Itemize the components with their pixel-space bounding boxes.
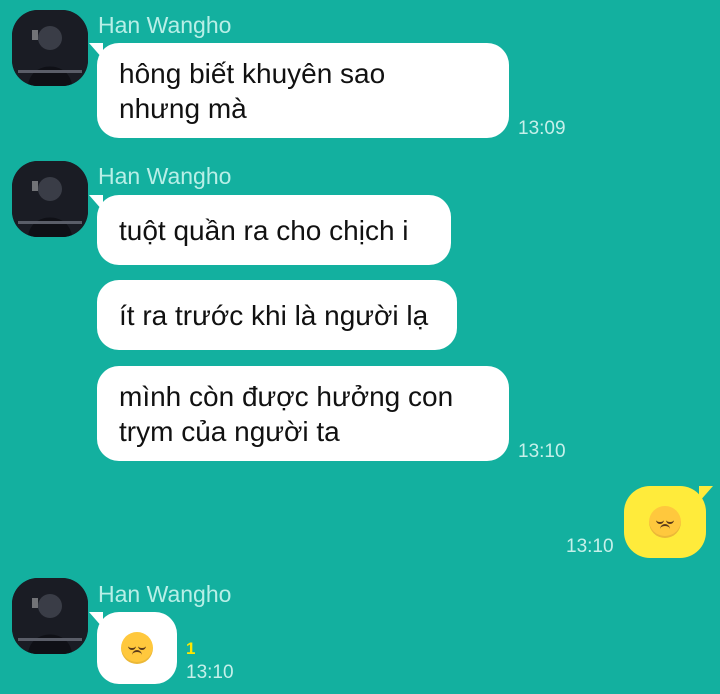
disappointed-face-icon [649, 506, 681, 538]
message-time: 13:10 [566, 536, 614, 557]
sender-name: Han Wangho [98, 581, 232, 607]
sender-name: Han Wangho [98, 163, 232, 189]
avatar[interactable] [12, 578, 88, 654]
outgoing-emoji-bubble[interactable] [624, 486, 713, 558]
disappointed-face-icon [121, 632, 153, 664]
emoji-bubble[interactable] [89, 612, 177, 684]
profile-photo-icon [12, 578, 88, 654]
avatar[interactable] [12, 10, 88, 86]
message-time: 13:10 [186, 662, 234, 683]
sender-name: Han Wangho [98, 12, 232, 38]
profile-photo-icon [12, 10, 88, 86]
message-bubble[interactable]: ít ra trước khi là người lạ [97, 280, 457, 350]
message-bubble[interactable]: hông biết khuyên sao nhưng mà [89, 43, 509, 138]
avatar[interactable] [12, 161, 88, 237]
message-bubble[interactable]: mình còn được hưởng con trym của người t… [97, 366, 509, 461]
message-time: 13:09 [518, 118, 566, 139]
profile-photo-icon [12, 161, 88, 237]
unread-count: 1 [186, 639, 196, 658]
message-bubble[interactable]: tuột quần ra cho chịch i [89, 195, 451, 265]
message-time: 13:10 [518, 441, 566, 462]
